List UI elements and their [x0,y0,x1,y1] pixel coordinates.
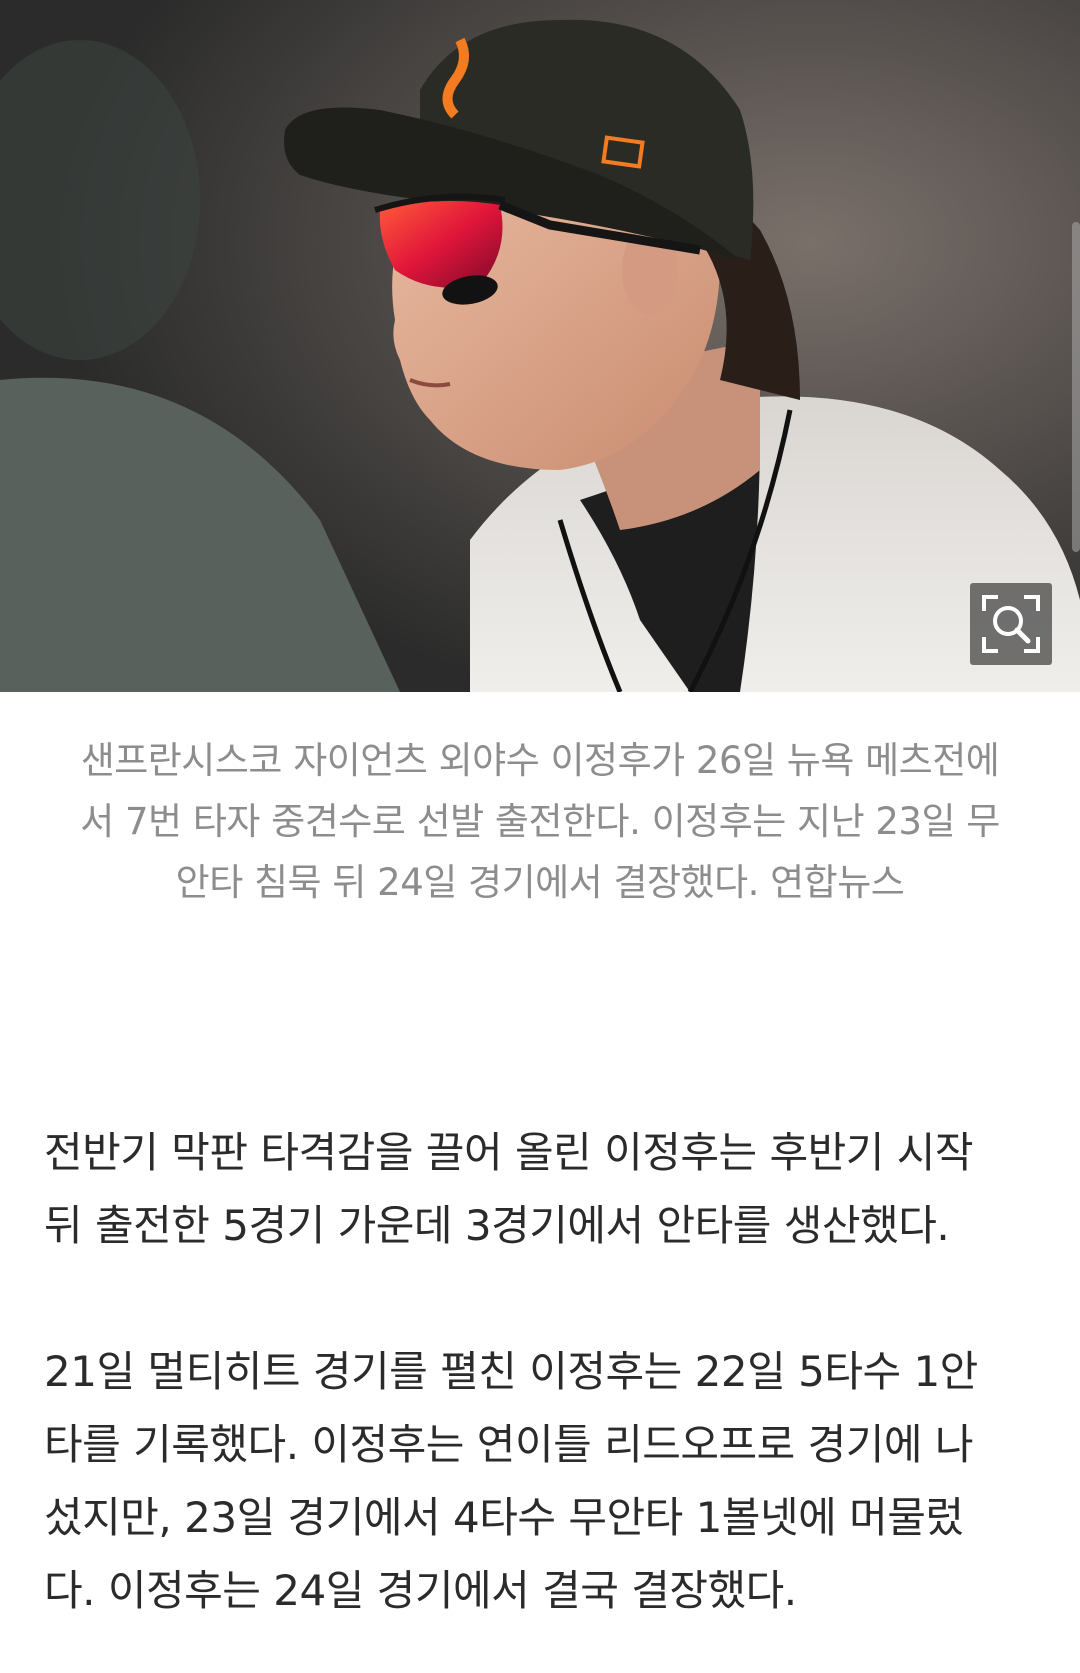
paragraph-line: 다. 이정후는 24일 경기에서 결국 결장했다. [44,1566,797,1615]
baseball-player-photo [0,0,1080,692]
paragraph-line: 타를 기록했다. 이정후는 연이틀 리드오프로 경기에 나 [44,1420,974,1469]
article-paragraph: 전반기 막판 타격감을 끌어 올린 이정후는 후반기 시작 뒤 출전한 5경기 … [44,1116,1044,1262]
paragraph-line: 21일 멀티히트 경기를 펼친 이정후는 22일 5타수 1안 [44,1347,978,1396]
article-paragraph: 21일 멀티히트 경기를 펼친 이정후는 22일 5타수 1안 타를 기록했다.… [44,1335,1044,1627]
caption-line: 안타 침묵 뒤 24일 경기에서 결장했다. 연합뉴스 [175,861,905,904]
zoom-magnifier-icon [982,595,1040,653]
caption-line: 샌프란시스코 자이언츠 외야수 이정후가 26일 뉴욕 메츠전에 [80,739,1000,782]
paragraph-line: 섰지만, 23일 경기에서 4타수 무안타 1볼넷에 머물렀 [44,1493,964,1542]
paragraph-line: 뒤 출전한 5경기 가운데 3경기에서 안타를 생산했다. [44,1201,950,1250]
image-zoom-button[interactable] [970,583,1052,665]
caption-line: 서 7번 타자 중견수로 선발 출전한다. 이정후는 지난 23일 무 [80,800,1000,843]
article-photo[interactable] [0,0,1080,692]
photo-caption: 샌프란시스코 자이언츠 외야수 이정후가 26일 뉴욕 메츠전에 서 7번 타자… [40,730,1040,913]
scrollbar-thumb[interactable] [1072,222,1080,552]
paragraph-line: 전반기 막판 타격감을 끌어 올린 이정후는 후반기 시작 [44,1128,974,1177]
